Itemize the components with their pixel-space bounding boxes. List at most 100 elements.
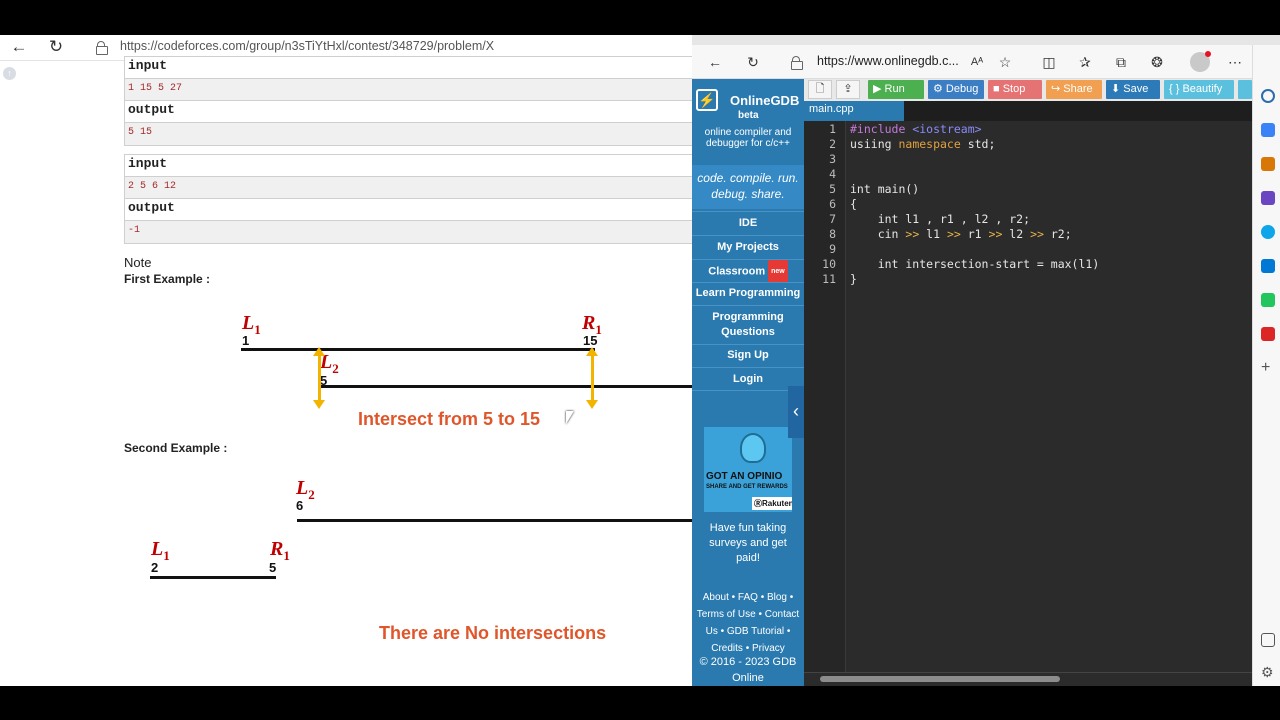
read-aloud-icon[interactable]: Aᴬ [968,53,986,71]
tab-main-cpp[interactable]: main.cpp [804,101,904,121]
new-badge: new [768,260,788,283]
copilot-icon[interactable] [1261,225,1275,239]
brand-name[interactable]: OnlineGDB [730,93,799,108]
code-line-cin[interactable]: cin >> l1 >> r1 >> l2 >> r2; [850,227,1072,241]
office-icon[interactable] [1261,327,1275,341]
language-select-button[interactable] [1238,80,1252,99]
gdb-sidebar: ⚡ OnlineGDB beta online compiler and deb… [692,79,804,686]
intersection-arrow-left [318,355,321,401]
ad-text[interactable]: Have fun taking surveys and get paid! [698,521,798,566]
sidebar-item-classroom[interactable]: Classroom new [692,259,804,283]
url-text[interactable]: https://www.onlinegdb.c... [817,54,959,68]
line-number: 5 [829,182,836,196]
sidebar-item-sign-up[interactable]: Sign Up [692,344,804,367]
favorites-icon[interactable]: ✰ [1076,53,1094,71]
beautify-button[interactable]: { } Beautify [1164,80,1234,99]
share-button[interactable]: ↪ Share [1046,80,1102,99]
line-number: 9 [829,242,836,256]
segment-1 [241,348,595,351]
mouse-cursor-icon [566,411,574,424]
refresh-icon[interactable]: ↻ [45,37,67,57]
line-number: 8 [829,227,836,241]
code-editor[interactable]: 1 2 3 4 5 6 7 8 9 10 11 #include <iostre… [804,121,1252,672]
code-line-intersection[interactable]: int intersection-start = max(l1) [850,257,1100,271]
back-icon[interactable]: ← [706,53,724,71]
code-line-open-brace[interactable]: { [850,197,857,211]
refresh-icon[interactable]: ↻ [744,53,762,71]
drop-icon[interactable] [1261,293,1275,307]
code-line-namespace[interactable]: usiing namespace std; [850,137,995,151]
shopping-icon[interactable] [1261,123,1275,137]
line-number: 6 [829,197,836,211]
extension-icon[interactable]: ❂ [1148,53,1166,71]
horizontal-scrollbar[interactable] [804,672,1252,686]
ad-subline: SHARE AND GET REWARDS [706,484,788,490]
sidebar-toggle-icon[interactable] [1261,633,1275,647]
add-icon[interactable]: + [1261,360,1275,376]
games-icon[interactable] [1261,191,1275,205]
arrow-down-icon [586,400,598,409]
caption-no-intersection: There are No intersections [379,623,607,643]
code-line-declare[interactable]: int l1 , r1 , l2 , r2; [850,212,1030,226]
top-black-bar [0,0,1280,35]
save-button[interactable]: ⬇ Save [1106,80,1160,99]
line-number: 7 [829,212,836,226]
first-example-label: First Example : [124,272,211,286]
ad-headline: GOT AN OPINIO [706,471,783,482]
num-l1: 1 [242,333,250,348]
debug-button[interactable]: ⚙ Debug [928,80,984,99]
line-number: 4 [829,167,836,181]
output-value: 5 15 [125,123,692,145]
more-icon[interactable]: ⋯ [1226,53,1244,71]
collapse-sidebar-icon[interactable]: ‹ [788,386,804,438]
code-line-include[interactable]: #include <iostream> [850,122,982,136]
outlook-icon[interactable] [1261,259,1275,273]
tools-icon[interactable] [1261,157,1275,171]
split-screen-icon[interactable]: ◫ [1040,53,1058,71]
back-icon[interactable]: ← [8,37,30,57]
ad-brand: ⓇRakuten [752,497,792,510]
tagline: code. compile. run. debug. share. [692,165,804,209]
line-number: 1 [829,122,836,136]
lock-icon[interactable] [791,56,803,70]
input-value: 2 5 6 12 [125,177,692,199]
scroll-up-icon[interactable]: ↑ [3,67,16,80]
code-line-main[interactable]: int main() [850,182,919,196]
advertisement-banner[interactable]: GOT AN OPINIO SHARE AND GET REWARDS ⓇRak… [704,427,792,512]
caption-intersect: Intersect from 5 to 15 [358,409,541,429]
new-file-icon[interactable]: 🗋 [808,80,832,99]
settings-gear-icon[interactable]: ⚙ [1261,665,1275,679]
favorite-star-icon[interactable]: ☆ [996,53,1014,71]
upload-icon[interactable]: ⇪ [836,80,860,99]
sidebar-item-learn-programming[interactable]: Learn Programming [692,282,804,305]
output-label: output [125,101,692,123]
search-icon[interactable] [1261,89,1275,103]
editor-toolbar: 🗋 ⇪ ▶ Run ⚙ Debug ■ Stop ↪ Share ⬇ Save … [804,79,1252,101]
lock-icon[interactable] [96,41,108,55]
profile-avatar[interactable] [1190,51,1211,72]
segment-l1 [150,576,276,579]
output-label: output [125,199,692,221]
lightbulb-icon [740,433,766,463]
sidebar-item-my-projects[interactable]: My Projects [692,235,804,259]
sidebar-item-programming-questions[interactable]: Programming Questions [692,305,804,344]
example-2: input 2 5 6 12 output -1 [124,154,692,244]
url-text[interactable]: https://codeforces.com/group/n3sTiYtHxl/… [120,39,494,53]
collections-icon[interactable]: ⧉ [1112,53,1130,71]
sidebar-item-ide[interactable]: IDE [692,211,804,235]
scrollbar-thumb[interactable] [820,676,1060,682]
footer-links[interactable]: About • FAQ • Blog • Terms of Use • Cont… [694,589,802,657]
run-button[interactable]: ▶ Run [868,80,924,99]
bottom-black-bar [0,686,1280,720]
num-r1: 5 [269,560,277,575]
line-number: 11 [822,272,836,286]
address-bar: ← ↻ https://www.onlinegdb.c... Aᴬ ☆ ◫ ✰ … [692,45,1280,79]
stop-button[interactable]: ■ Stop [988,80,1042,99]
example-1: input 1 15 5 27 output 5 15 [124,56,692,146]
file-tabs: main.cpp [804,101,1252,121]
note-title: Note [124,255,152,270]
gdb-logo-icon[interactable]: ⚡ [696,89,718,111]
num-r1: 15 [583,333,598,348]
code-line-close-brace[interactable]: } [850,272,857,286]
codeforces-window: ← ↻ https://codeforces.com/group/n3sTiYt… [0,35,692,686]
